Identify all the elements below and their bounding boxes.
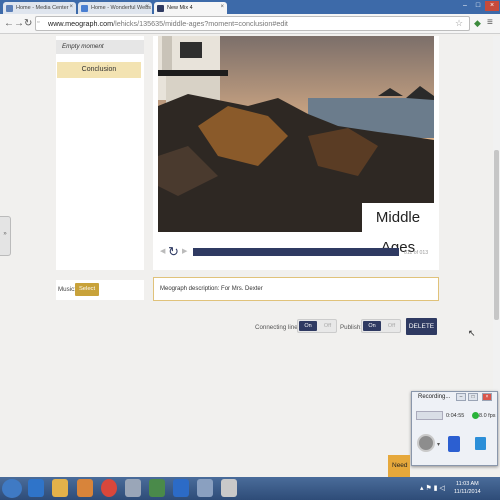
stop-record-button[interactable] (417, 434, 435, 452)
minimize-icon[interactable]: – (456, 393, 466, 401)
chevron-down-icon[interactable]: ▾ (437, 441, 440, 448)
internet-explorer-icon[interactable] (28, 479, 44, 497)
app-icon[interactable] (125, 479, 141, 497)
close-icon[interactable]: × (69, 4, 73, 10)
toggle-off[interactable]: Off (383, 321, 400, 331)
file-explorer-icon[interactable] (52, 479, 68, 497)
description-input[interactable]: Meograph description: For Mrs. Dexter (153, 277, 439, 301)
frame-rate: 8.0 fps (479, 413, 496, 419)
moment-item-conclusion[interactable]: Conclusion (57, 62, 141, 78)
scrollbar-thumb[interactable] (494, 150, 499, 320)
pause-button[interactable] (448, 436, 460, 452)
progress-bar[interactable] (193, 248, 399, 256)
close-window-icon[interactable]: × (485, 1, 499, 11)
connecting-lines-label: Connecting lines: (255, 324, 303, 331)
expand-sidebar-handle[interactable]: » (0, 216, 11, 256)
page-icon (81, 5, 88, 12)
save-icon[interactable] (475, 437, 486, 450)
app-icon[interactable] (197, 479, 213, 497)
app-icon[interactable] (149, 479, 165, 497)
recording-status-icon (472, 412, 479, 419)
next-icon[interactable]: ▶ (182, 247, 187, 255)
page-icon (6, 5, 13, 12)
url-domain: www.meograph.com (48, 19, 114, 28)
mouse-cursor-icon: ↖ (468, 328, 476, 338)
toggle-on[interactable]: On (299, 321, 317, 331)
close-icon[interactable]: × (482, 393, 492, 401)
toggle-on[interactable]: On (363, 321, 381, 331)
app-icon[interactable] (221, 479, 237, 497)
address-bar[interactable]: www.meograph.com/lehicks/135635/middle-a… (35, 16, 470, 31)
previous-icon[interactable]: ◀ (160, 247, 165, 255)
music-label: Music: (58, 286, 76, 293)
publish-toggle[interactable]: On Off (361, 319, 401, 333)
url-path: /lehicks/135635/middle-ages?moment=concl… (113, 19, 288, 28)
recording-widget (411, 391, 498, 466)
tab-label: Home - Media Center (16, 5, 69, 11)
recording-title: Recording... (418, 394, 451, 400)
tray-icons[interactable]: ▴ ⚑ ▮ ◁ (420, 484, 445, 492)
maximize-icon[interactable]: □ (468, 393, 478, 401)
chevron-right-icon: » (3, 231, 7, 237)
taskbar-clock[interactable]: 11:03 AM 11/11/2014 (454, 480, 481, 496)
clock-time: 11:03 AM (455, 481, 479, 487)
source-dropdown[interactable] (416, 411, 443, 420)
tab-new-mix[interactable]: New Mix 4 × (154, 2, 227, 14)
extension-icon[interactable]: ◆ (474, 18, 481, 29)
slide-title: Middle Ages (362, 203, 434, 256)
close-icon[interactable]: × (145, 4, 149, 10)
music-select-button[interactable]: Select (75, 283, 99, 296)
minimize-icon[interactable]: – (459, 1, 471, 11)
tab-label: New Mix 4 (167, 5, 193, 11)
back-icon[interactable]: ← (4, 18, 14, 30)
start-button[interactable] (2, 479, 22, 498)
tab-wonderful-webs[interactable]: Home - Wonderful Webs × (78, 2, 152, 14)
forward-icon[interactable]: → (14, 18, 24, 30)
page-info-icon[interactable]: ▫ (37, 19, 39, 26)
publish-label: Publish: (340, 324, 363, 331)
moment-counter: 011 of 013 (404, 250, 429, 256)
need-help-tab[interactable]: Need h (388, 455, 410, 491)
tab-label: Home - Wonderful Webs (91, 5, 152, 11)
bookmark-star-icon[interactable]: ☆ (455, 18, 463, 29)
media-player-icon[interactable] (77, 479, 93, 497)
moment-item-empty[interactable]: Empty moment (56, 40, 144, 54)
close-icon[interactable]: × (220, 4, 224, 10)
outlook-icon[interactable] (173, 479, 189, 497)
clock-date: 11/11/2014 (454, 489, 481, 495)
elapsed-time: 0:04:55 (446, 413, 465, 419)
delete-button[interactable]: DELETE (406, 318, 437, 335)
reload-icon[interactable]: ↻ (24, 18, 32, 30)
replay-icon[interactable]: ↻ (168, 244, 179, 260)
connecting-lines-toggle[interactable]: On Off (297, 319, 337, 333)
menu-icon[interactable]: ≡ (487, 17, 493, 28)
tab-media-center[interactable]: Home - Media Center × (3, 2, 76, 14)
chrome-icon[interactable] (101, 479, 117, 497)
maximize-icon[interactable]: □ (472, 1, 484, 11)
meograph-icon (157, 5, 164, 12)
toggle-off[interactable]: Off (319, 321, 336, 331)
